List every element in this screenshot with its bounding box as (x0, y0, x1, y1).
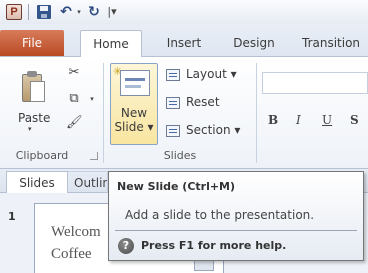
format-painter-icon[interactable]: 🖌 (66, 115, 83, 131)
paste-label: Paste (18, 111, 51, 125)
tooltip-divider (115, 230, 357, 231)
reset-icon (166, 97, 180, 109)
layout-label: Layout ▾ (186, 67, 237, 81)
cut-icon[interactable]: ✂ (66, 65, 82, 81)
tooltip-description: Add a slide to the presentation. (125, 208, 315, 222)
ribbon-home-panel: Paste ▾ ✂ ⧉ ▾ 🖌 Clipboard ✳ New Slide ▾ … (0, 57, 368, 169)
paste-icon (20, 71, 48, 105)
paste-dropdown-icon: ▾ (28, 125, 32, 133)
new-slide-button[interactable]: ✳ New Slide ▾ (110, 63, 158, 145)
bold-button[interactable]: B (268, 112, 278, 128)
tab-slides[interactable]: Slides (6, 171, 68, 193)
quick-access-toolbar: P ↶ ▾ ↻ |▾ (0, 0, 368, 24)
slide-number: 1 (8, 210, 16, 223)
clipboard-group-label: Clipboard (15, 149, 69, 162)
tab-outline[interactable]: Outline (68, 171, 108, 193)
layout-icon (166, 69, 180, 81)
new-slide-label: New (120, 106, 148, 120)
new-slide-tooltip: New Slide (Ctrl+M) Add a slide to the pr… (108, 171, 364, 261)
tooltip-help-text: Press F1 for more help. (141, 239, 287, 252)
tab-file[interactable]: File (0, 30, 64, 56)
italic-button[interactable]: I (296, 112, 301, 128)
powerpoint-app-icon[interactable]: P (6, 4, 22, 20)
group-divider (103, 63, 104, 163)
save-icon[interactable] (36, 3, 52, 21)
group-divider (256, 63, 257, 163)
section-label: Section ▾ (186, 123, 241, 137)
redo-icon[interactable]: ↻ (86, 3, 102, 21)
slides-group-label: Slides (163, 149, 197, 162)
thumbnail-subtitle-text: Coffee (51, 246, 92, 262)
clipboard-launcher-icon[interactable] (90, 152, 98, 160)
help-icon: ? (118, 238, 134, 254)
copy-dropdown-icon[interactable]: ▾ (84, 91, 100, 107)
toolbar-divider (28, 4, 29, 20)
undo-icon[interactable]: ↶ (58, 3, 74, 21)
ribbon-tab-row: File Home Insert Design Transition (0, 24, 368, 58)
underline-button[interactable]: U (322, 112, 332, 128)
tab-home[interactable]: Home (80, 30, 142, 58)
copy-icon[interactable]: ⧉ (66, 91, 82, 107)
strikethrough-button[interactable]: S (350, 112, 359, 128)
tab-design[interactable]: Design (226, 30, 282, 57)
new-slide-label-line2: Slide ▾ (114, 120, 154, 134)
tooltip-title: New Slide (Ctrl+M) (117, 180, 236, 193)
font-name-input[interactable] (262, 72, 368, 94)
new-slide-icon (120, 70, 150, 96)
reset-label: Reset (186, 95, 220, 109)
section-icon (166, 125, 180, 137)
thumbnail-title-text: Welcom (51, 224, 101, 240)
customize-toolbar-icon[interactable]: |▾ (104, 3, 120, 21)
tab-insert[interactable]: Insert (158, 30, 210, 57)
tab-transitions[interactable]: Transition (302, 30, 368, 57)
undo-dropdown-icon[interactable]: ▾ (75, 3, 83, 21)
